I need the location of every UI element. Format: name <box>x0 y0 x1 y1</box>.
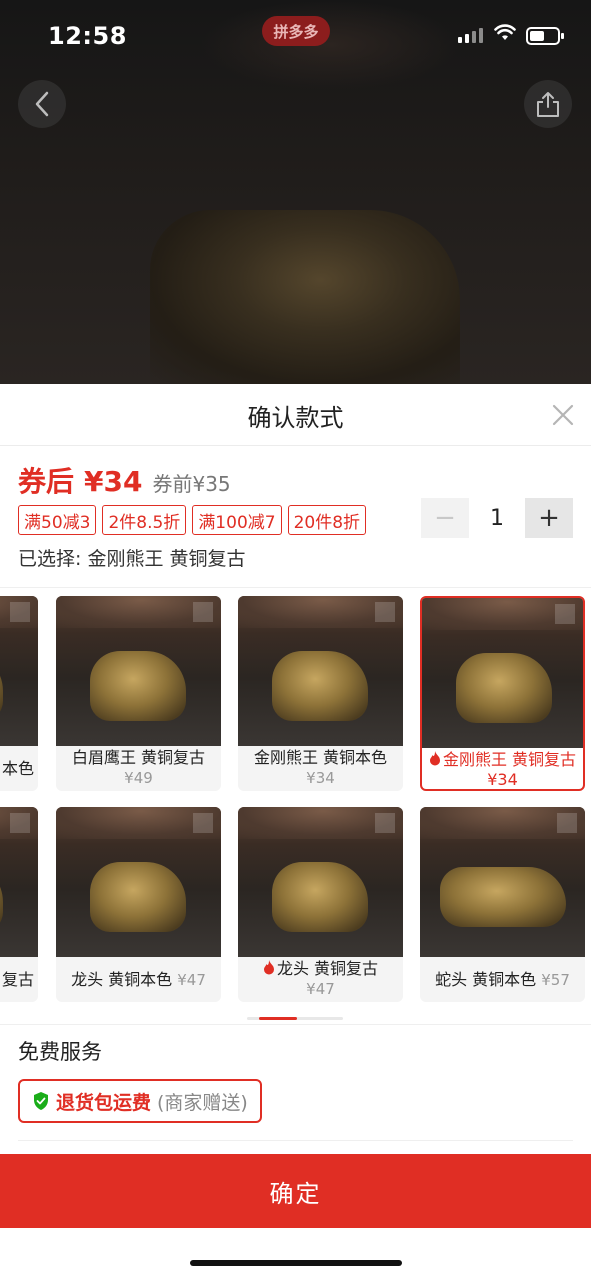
option-label: 复古 <box>1 970 34 989</box>
expand-icon[interactable] <box>557 813 577 833</box>
back-arrow-icon <box>35 91 49 117</box>
fire-icon <box>263 960 274 975</box>
expand-icon[interactable] <box>555 604 575 624</box>
style-selection-sheet: 确认款式 券后 ¥34 券前¥35 满50减3 2件8.5折 满100减7 20… <box>0 384 591 1280</box>
promo-tag: 20件8折 <box>287 505 367 535</box>
battery-level <box>530 31 545 41</box>
option-card[interactable]: 龙头 黄铜本色 ¥47 <box>56 807 221 1002</box>
return-shipping-service-tag[interactable]: 退货包运费 (商家赠送) <box>18 1079 262 1123</box>
horizontal-scroll-indicator <box>247 1017 343 1020</box>
expand-icon[interactable] <box>375 602 395 622</box>
status-bar: 12:58 拼多多 <box>0 0 591 74</box>
option-label: 金刚熊王 黄铜本色 ¥34 <box>242 748 399 788</box>
price-row: 券后 ¥34 券前¥35 <box>18 460 231 500</box>
battery-icon <box>526 27 564 45</box>
expand-icon[interactable] <box>10 813 30 833</box>
option-card[interactable]: 金刚熊王 黄铜本色 ¥34 <box>238 596 403 791</box>
option-card[interactable]: 白眉鹰王 黄铜复古 ¥49 <box>56 596 221 791</box>
option-grid: 本色 白眉鹰王 黄铜复古 ¥49 金刚熊王 黄铜本色 ¥34 金刚熊王 黄铜复古… <box>0 596 591 1006</box>
service-note: (商家赠送) <box>157 1091 248 1114</box>
option-card-selected[interactable]: 金刚熊王 黄铜复古 ¥34 <box>420 596 585 791</box>
fire-icon <box>429 751 440 766</box>
price-label: 券后 <box>18 465 75 498</box>
option-price: ¥57 <box>541 971 570 989</box>
option-label: 本色 <box>1 759 34 778</box>
divider <box>0 1024 591 1025</box>
option-label: 白眉鹰王 黄铜复古 ¥49 <box>60 748 217 788</box>
option-price: ¥49 <box>124 769 153 787</box>
option-price: ¥47 <box>306 980 335 998</box>
quantity-value[interactable]: 1 <box>469 506 525 531</box>
expand-icon[interactable] <box>375 813 395 833</box>
expand-icon[interactable] <box>10 602 30 622</box>
wifi-icon <box>494 24 516 46</box>
option-label: 蛇头 黄铜本色 ¥57 <box>435 970 570 989</box>
signal-icon <box>458 28 483 43</box>
option-card[interactable]: 龙头 黄铜复古 ¥47 <box>238 807 403 1002</box>
option-card[interactable]: 复古 <box>0 807 38 1002</box>
confirm-button[interactable]: 确定 <box>0 1154 591 1228</box>
option-card[interactable]: 本色 <box>0 596 38 791</box>
sheet-header: 确认款式 <box>0 384 591 446</box>
option-label: 金刚熊王 黄铜复古 ¥34 <box>426 750 579 789</box>
promo-tag: 满50减3 <box>18 505 97 535</box>
expand-icon[interactable] <box>193 602 213 622</box>
option-price: ¥47 <box>177 971 206 989</box>
product-figure <box>150 210 460 384</box>
share-button[interactable] <box>524 80 572 128</box>
quantity-plus-button[interactable]: + <box>525 498 573 538</box>
expand-icon[interactable] <box>193 813 213 833</box>
free-services-title: 免费服务 <box>18 1040 102 1064</box>
quantity-stepper: − 1 + <box>421 498 573 538</box>
close-icon[interactable] <box>550 402 576 428</box>
service-name: 退货包运费 <box>56 1091 152 1114</box>
price-value: ¥34 <box>84 465 143 498</box>
promo-tags: 满50减3 2件8.5折 满100减7 20件8折 <box>18 505 367 535</box>
shield-check-icon <box>34 1092 48 1110</box>
home-indicator <box>190 1260 402 1266</box>
app-badge: 拼多多 <box>262 16 330 46</box>
option-card[interactable]: 蛇头 黄铜本色 ¥57 <box>420 807 585 1002</box>
promo-tag: 满100减7 <box>192 505 282 535</box>
quantity-minus-button[interactable]: − <box>421 498 469 538</box>
scroll-indicator-thumb <box>259 1017 297 1020</box>
selected-option-text: 已选择: 金刚熊王 黄铜复古 <box>18 548 246 570</box>
option-label: 龙头 黄铜本色 ¥47 <box>71 970 206 989</box>
divider <box>0 587 591 588</box>
price-before-coupon: 券前¥35 <box>152 472 231 496</box>
option-price: ¥34 <box>306 769 335 787</box>
divider <box>18 1140 573 1141</box>
back-button[interactable] <box>18 80 66 128</box>
share-icon <box>537 92 559 117</box>
status-time: 12:58 <box>48 22 127 50</box>
promo-tag: 2件8.5折 <box>102 505 187 535</box>
sheet-title: 确认款式 <box>247 404 344 432</box>
option-label: 龙头 黄铜复古 ¥47 <box>242 959 399 999</box>
